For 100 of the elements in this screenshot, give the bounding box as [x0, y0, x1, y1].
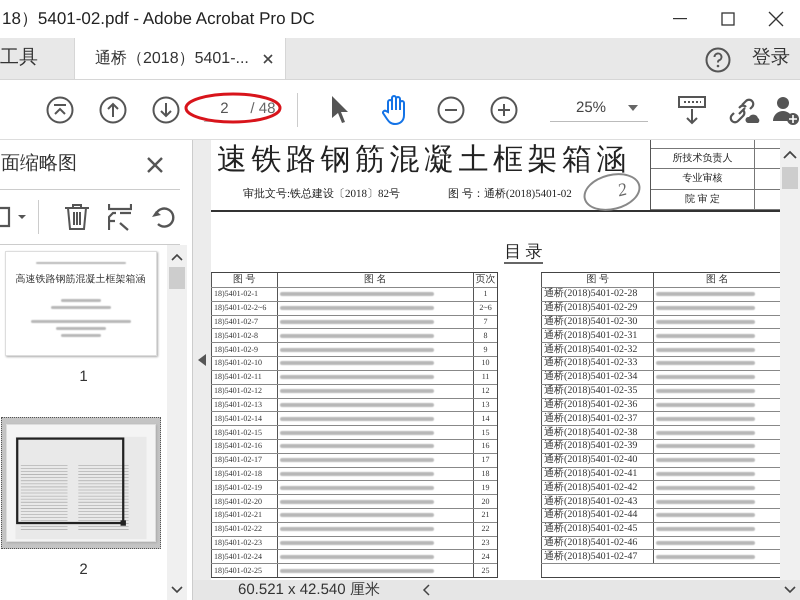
page-number: 2 — [79, 560, 88, 580]
column-header: 图 号 — [211, 273, 277, 287]
table-cell: 22 — [473, 522, 498, 536]
table-cell: 18)5401-02-7 — [211, 316, 277, 328]
drawing-number: 图 号：通桥(2018)5401-02 — [448, 186, 572, 202]
table-cell: 23 — [473, 536, 498, 550]
window-title: 18）5401-02.pdf - Adobe Acrobat Pro DC — [2, 8, 316, 30]
table-cell: 18)5401-02-20 — [211, 495, 277, 508]
table-cell: 18)5401-02-15 — [211, 426, 277, 439]
table-cell: 通桥(2018)5401-02-44 — [541, 509, 653, 522]
scroll-down-icon[interactable] — [171, 586, 183, 594]
table-cell: 10 — [473, 357, 498, 370]
scroll-left-icon[interactable] — [422, 584, 430, 596]
table-cell: 通桥(2018)5401-02-37 — [541, 412, 653, 426]
stamp-number: 2 — [614, 177, 630, 202]
table-cell: 18)5401-02-1 — [211, 288, 277, 301]
close-tab-icon[interactable] — [262, 54, 273, 64]
table-cell: 9 — [473, 343, 498, 356]
signoff-label: 院 审 定 — [651, 190, 755, 209]
table-cell: 12 — [473, 384, 498, 398]
signoff-label: 所技术负责人 — [651, 149, 755, 168]
table-cell: 18)5401-02-18 — [211, 468, 277, 480]
table-cell: 18)5401-02-23 — [211, 536, 277, 550]
table-cell: 25 — [473, 564, 498, 578]
table-cell: 18)5401-02-13 — [211, 398, 277, 412]
column-header: 图 名 — [276, 273, 474, 287]
scrollbar-thumb[interactable] — [169, 267, 185, 289]
table-cell: 20 — [473, 495, 498, 508]
table-cell: 18)5401-02-16 — [211, 440, 277, 453]
table-cell: 18)5401-02-17 — [211, 454, 277, 467]
column-header: 图 号 — [541, 273, 653, 287]
table-cell: 通桥(2018)5401-02-45 — [541, 522, 653, 536]
table-cell: 通桥(2018)5401-02-47 — [541, 550, 653, 564]
page-thumbnail[interactable] — [0, 416, 160, 548]
table-cell: 13 — [473, 398, 498, 412]
table-cell: 24 — [473, 550, 498, 564]
table-cell: 2~6 — [473, 302, 498, 315]
thumbnail-title: 高速铁路钢筋混凝土框架箱涵 — [16, 272, 146, 287]
tab[interactable]: 工具 — [0, 38, 48, 79]
table-cell: 19 — [473, 481, 498, 494]
sign-in-button[interactable]: 登录 — [738, 38, 800, 79]
contents-heading: 目 录 — [504, 242, 543, 264]
table-cell: 通桥(2018)5401-02-32 — [541, 343, 653, 356]
table-cell: 通桥(2018)5401-02-35 — [541, 384, 653, 398]
signoff-label: 专业审核 — [651, 169, 755, 189]
table-cell: 18)5401-02-22 — [211, 522, 277, 536]
table-cell: 18)5401-02-2~6 — [211, 302, 277, 315]
approval-number: 审批文号:铁总建设〔2018〕82号 — [243, 186, 400, 202]
page-size: 60.521 x 42.540 厘米 — [238, 580, 380, 600]
table-cell: 通桥(2018)5401-02-43 — [541, 495, 653, 508]
table-cell: 15 — [473, 426, 498, 439]
table-cell: 18)5401-02-9 — [211, 343, 277, 356]
table-cell: 通桥(2018)5401-02-29 — [541, 302, 653, 315]
table-cell: 21 — [473, 509, 498, 522]
page-count: / 48 — [250, 99, 276, 120]
scrollbar-thumb[interactable] — [782, 167, 798, 189]
table-cell: 通桥(2018)5401-02-34 — [541, 370, 653, 384]
table-cell: 通桥(2018)5401-02-39 — [541, 440, 653, 453]
table-cell: 18)5401-02-8 — [211, 329, 277, 342]
table-cell: 18)5401-02-12 — [211, 384, 277, 398]
table-cell: 18)5401-02-11 — [211, 370, 277, 384]
table-cell: 通桥(2018)5401-02-36 — [541, 398, 653, 412]
table-cell: 7 — [473, 316, 498, 328]
scroll-up-icon[interactable] — [783, 150, 797, 159]
close-icon[interactable] — [768, 11, 784, 27]
tab[interactable]: 通桥（2018）5401-... — [74, 38, 286, 79]
table-cell: 通桥(2018)5401-02-38 — [541, 426, 653, 439]
table-cell: 18)5401-02-24 — [211, 550, 277, 564]
caret-icon — [628, 105, 638, 111]
table-cell: 11 — [473, 370, 498, 384]
page-number: 1 — [79, 367, 88, 387]
table-cell: 通桥(2018)5401-02-46 — [541, 536, 653, 550]
minimize-icon[interactable] — [673, 18, 687, 20]
scroll-down-icon[interactable] — [784, 586, 796, 594]
zoom-dropdown[interactable]: 25% — [550, 96, 648, 122]
table-cell: 17 — [473, 454, 498, 467]
collapse-panel-icon[interactable] — [198, 354, 206, 366]
table-cell: 通桥(2018)5401-02-30 — [541, 316, 653, 328]
panel-title: 面缩略图 — [1, 152, 77, 176]
table-cell: 18)5401-02-10 — [211, 357, 277, 370]
table-cell: 18)5401-02-19 — [211, 481, 277, 494]
table-cell: 通桥(2018)5401-02-42 — [541, 481, 653, 494]
table-cell: 通桥(2018)5401-02-31 — [541, 329, 653, 342]
table-cell: 14 — [473, 412, 498, 426]
table-cell: 18)5401-02-21 — [211, 509, 277, 522]
table-cell: 通桥(2018)5401-02-40 — [541, 454, 653, 467]
table-cell: 8 — [473, 329, 498, 342]
table-cell: 1 — [473, 288, 498, 301]
scroll-up-icon[interactable] — [171, 253, 183, 261]
table-cell: 通桥(2018)5401-02-41 — [541, 468, 653, 480]
drawing-title: 速铁路钢筋混凝土框架箱涵 — [217, 142, 631, 178]
table-cell: 18)5401-02-14 — [211, 412, 277, 426]
table-cell: 通桥(2018)5401-02-33 — [541, 357, 653, 370]
table-cell: 18)5401-02-25 — [211, 564, 277, 578]
table-cell: 通桥(2018)5401-02-28 — [541, 288, 653, 301]
table-cell: 18 — [473, 468, 498, 480]
page-number-field[interactable]: 2 — [204, 96, 244, 122]
maximize-icon[interactable] — [721, 12, 735, 26]
column-header: 页次 — [473, 273, 497, 287]
table-cell: 16 — [473, 440, 498, 453]
